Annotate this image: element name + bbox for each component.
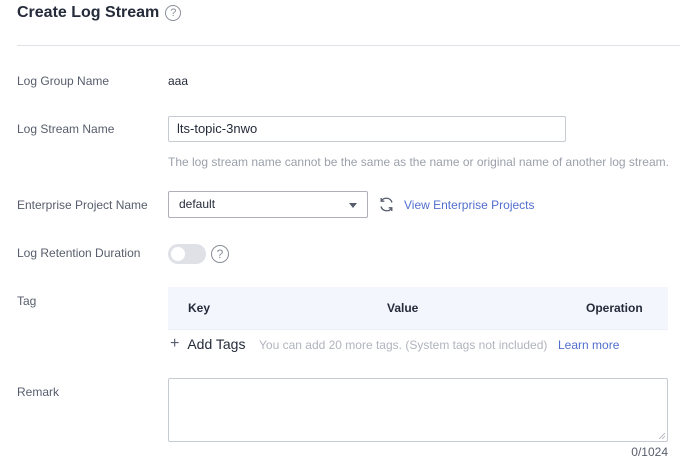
retention-toggle[interactable] (168, 244, 206, 264)
toggle-knob (171, 247, 185, 261)
retention-label: Log Retention Duration (17, 246, 141, 260)
tag-quota-note: You can add 20 more tags. (System tags n… (259, 338, 548, 352)
enterprise-project-selected: default (179, 197, 216, 211)
tag-label: Tag (17, 294, 37, 308)
learn-more-link[interactable]: Learn more (558, 338, 619, 352)
header-divider (17, 45, 680, 46)
log-group-label: Log Group Name (17, 74, 110, 88)
page-title: Create Log Stream ? (17, 4, 182, 22)
column-operation: Operation (586, 301, 643, 315)
plus-icon: + (170, 335, 180, 352)
add-tags-button[interactable]: + Add Tags (170, 335, 246, 353)
chevron-down-icon (349, 203, 357, 208)
remark-char-counter: 0/1024 (631, 445, 668, 459)
log-group-value: aaa (168, 74, 189, 88)
page-title-text: Create Log Stream (17, 4, 160, 21)
tag-table-divider (168, 329, 668, 330)
column-key: Key (188, 301, 211, 315)
resize-grip-icon[interactable] (659, 433, 665, 439)
refresh-icon[interactable] (378, 196, 395, 213)
view-enterprise-projects-link[interactable]: View Enterprise Projects (404, 198, 535, 212)
remark-textarea[interactable] (168, 378, 668, 442)
remark-label: Remark (17, 385, 60, 399)
column-value: Value (387, 301, 419, 315)
log-stream-hint: The log stream name cannot be the same a… (168, 155, 669, 169)
log-stream-name-input[interactable]: lts-topic-3nwo (168, 116, 566, 142)
log-stream-label: Log Stream Name (17, 122, 115, 136)
enterprise-project-label: Enterprise Project Name (17, 198, 148, 212)
tag-table-header: Key Value Operation (168, 287, 668, 329)
help-icon[interactable]: ? (165, 5, 182, 21)
add-tags-label: Add Tags (187, 336, 246, 352)
retention-help-icon[interactable]: ? (211, 245, 229, 263)
enterprise-project-select[interactable]: default (168, 191, 368, 218)
